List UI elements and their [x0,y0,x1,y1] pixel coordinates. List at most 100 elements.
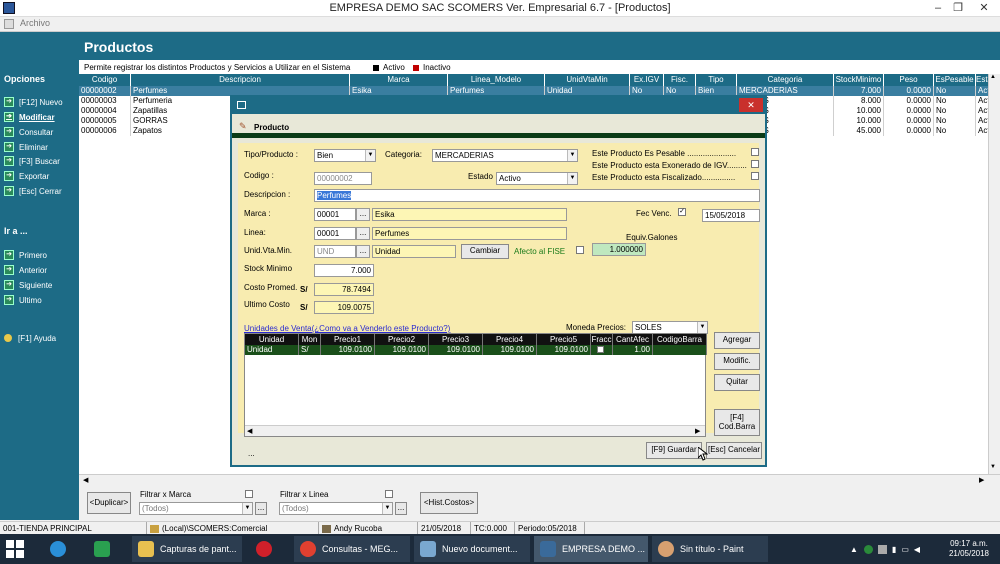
pesable-checkbox[interactable] [751,148,759,156]
taskbar-store[interactable] [88,536,124,562]
sidebar-item-eliminar[interactable]: ➔ Eliminar [4,141,48,153]
table-cell[interactable]: 45.000 [834,126,884,136]
cancelar-button[interactable]: [Esc] Cancelar [706,442,762,459]
unidades-venta-link[interactable]: Unidades de Venta(¿Como va a Venderlo es… [244,324,450,333]
table-cell[interactable]: 00000005 [79,116,131,126]
table-cell[interactable]: 00000006 [79,126,131,136]
taskbar-item-paint[interactable]: Sin título - Paint [652,536,768,562]
codigo-field[interactable]: 00000002 [314,172,372,185]
exonerado-checkbox[interactable] [751,160,759,168]
scroll-left-icon[interactable]: ◀ [83,476,88,484]
sidebar-item-consultar[interactable]: ➔ Consultar [4,126,53,138]
system-tray[interactable]: ▲ ▮ ▭ ◀ [850,536,940,562]
scroll-right-icon[interactable]: ▶ [979,476,984,484]
sidebar-nav-ultimo[interactable]: ➔ Ultimo [4,294,42,306]
filtro-linea-combo[interactable]: (Todos) ▼ [279,502,393,515]
unidvta-code-field[interactable]: UND [314,245,356,258]
ucol-fracc[interactable]: Fracc [591,334,613,345]
modific-button[interactable]: Modific. [714,353,760,370]
table-cell[interactable]: 00000003 [79,96,131,106]
quitar-button[interactable]: Quitar [714,374,760,391]
categoria-select[interactable]: MERCADERIAS ▼ [432,149,578,162]
menu-app-icon[interactable] [4,19,14,29]
sidebar-item-modificar[interactable]: ➔ Modificar [4,111,55,123]
col-categoria[interactable]: Categoria [737,74,834,86]
sidebar-item-exportar[interactable]: ➔ Exportar [4,170,49,182]
ucell-precio1[interactable]: 109.0100 [321,345,375,355]
ucell-mon[interactable]: S/ [299,345,321,355]
col-stock[interactable]: StockMinimo [834,74,884,86]
taskbar-item-empresa[interactable]: EMPRESA DEMO ... [534,536,648,562]
ucell-precio2[interactable]: 109.0100 [375,345,429,355]
menu-archivo[interactable]: Archivo [20,18,50,28]
ucol-precio1[interactable]: Precio1 [321,334,375,345]
start-button[interactable] [6,536,36,562]
table-cell[interactable]: 00000002 [79,86,131,96]
guardar-button[interactable]: [F9] Guardar [646,442,702,459]
sidebar-item-buscar[interactable]: ➔ [F3] Buscar [4,155,60,167]
table-cell[interactable]: 0.0000 [884,116,934,126]
ucell-precio4[interactable]: 109.0100 [483,345,537,355]
filtro-linea-lookup-button[interactable]: ... [395,502,407,515]
dialog-close-icon[interactable]: ✕ [739,98,763,112]
taskbar-opera[interactable] [250,536,286,562]
filtro-marca-combo[interactable]: (Todos) ▼ [139,502,253,515]
marca-lookup-button[interactable]: ... [356,208,370,221]
sidebar-item-nuevo[interactable]: ➔ [F12] Nuevo [4,96,63,108]
filtro-marca-lookup-button[interactable]: ... [255,502,267,515]
filtro-marca-checkbox[interactable] [245,490,253,498]
ucell-codigobarra[interactable] [653,345,707,355]
equiv-galones-field[interactable]: 1.000000 [592,243,646,256]
linea-code-field[interactable]: 00001 [314,227,356,240]
taskbar-ie[interactable] [44,536,80,562]
ucol-precio3[interactable]: Precio3 [429,334,483,345]
table-cell[interactable]: 10.000 [834,106,884,116]
ucell-fracc[interactable] [591,345,613,355]
taskbar-item-documento[interactable]: Nuevo document... [414,536,530,562]
descripcion-field[interactable]: Perfumes [314,189,760,202]
ugrid-horizontal-scrollbar[interactable]: ◀ ▶ [245,425,705,436]
ucol-unidad[interactable]: Unidad [245,334,299,345]
fise-checkbox[interactable] [576,246,584,254]
table-cell[interactable]: No [934,96,976,106]
col-codigo[interactable]: Codigo [79,74,131,86]
sidebar-help[interactable]: [F1] Ayuda [4,332,56,344]
marca-code-field[interactable]: 00001 [314,208,356,221]
estado-select[interactable]: Activo ▼ [496,172,578,185]
col-tipo[interactable]: Tipo [696,74,737,86]
col-peso[interactable]: Peso [884,74,934,86]
ucol-codigobarra[interactable]: CodigoBarra [653,334,707,345]
ucell-unidad[interactable]: Unidad [245,345,299,355]
grid-horizontal-scrollbar[interactable]: ◀ ▶ [79,474,1000,486]
cambiar-button[interactable]: Cambiar [461,244,509,259]
col-exigv[interactable]: Ex.IGV [630,74,664,86]
table-cell[interactable]: 00000004 [79,106,131,116]
sidebar-nav-siguiente[interactable]: ➔ Siguiente [4,279,52,291]
table-cell[interactable]: No [934,86,976,96]
stock-minimo-field[interactable]: 7.000 [314,264,374,277]
ucol-precio4[interactable]: Precio4 [483,334,537,345]
taskbar-clock[interactable]: 09:17 a.m. 21/05/2018 [940,536,998,562]
col-marca[interactable]: Marca [350,74,448,86]
table-cell[interactable]: No [934,126,976,136]
col-espesable[interactable]: EsPesable [934,74,976,86]
col-fisc[interactable]: Fisc. [664,74,696,86]
sidebar-item-cerrar[interactable]: ➔ [Esc] Cerrar [4,185,62,197]
fecvenc-checkbox[interactable]: ✓ [678,208,686,216]
codbarra-button[interactable]: [F4] Cod.Barra [714,409,760,436]
table-cell[interactable]: 8.000 [834,96,884,106]
col-descripcion[interactable]: Descripcion [131,74,350,86]
table-cell[interactable]: No [934,106,976,116]
table-cell[interactable]: 0.0000 [884,106,934,116]
table-cell[interactable]: 0.0000 [884,96,934,106]
grid-vertical-scrollbar[interactable]: ▲ ▼ [988,74,1000,474]
ucol-mon[interactable]: Mon [299,334,321,345]
ucol-precio5[interactable]: Precio5 [537,334,591,345]
close-icon[interactable]: ✕ [968,0,1000,16]
table-cell[interactable]: 7.000 [834,86,884,96]
table-cell[interactable]: 0.0000 [884,126,934,136]
ucell-cantafec[interactable]: 1.00 [613,345,653,355]
scroll-down-icon[interactable]: ▼ [990,464,996,470]
table-cell[interactable]: 0.0000 [884,86,934,96]
ucell-precio5[interactable]: 109.0100 [537,345,591,355]
